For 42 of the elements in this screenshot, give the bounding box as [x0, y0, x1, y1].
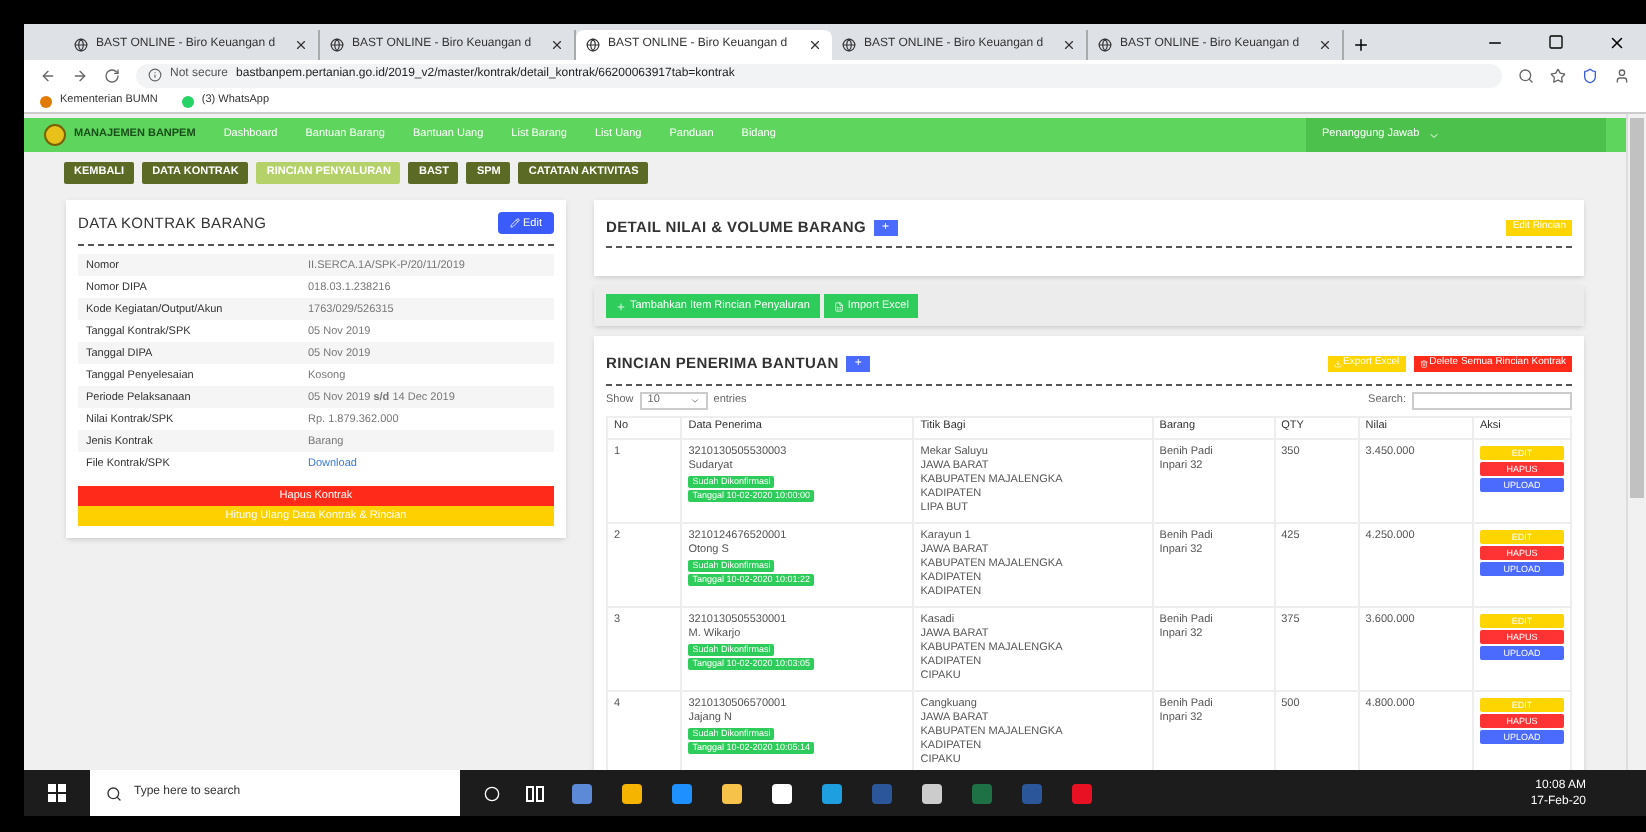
logo-icon [44, 124, 66, 146]
search-icon[interactable] [1518, 67, 1534, 83]
close-icon[interactable] [808, 38, 822, 52]
globe-icon [1098, 38, 1112, 52]
task-view-icon[interactable] [526, 785, 544, 801]
profile-icon[interactable] [1614, 67, 1630, 83]
shield-icon[interactable] [1582, 67, 1598, 83]
caret-icon [1427, 129, 1440, 141]
trash-icon [1419, 359, 1428, 368]
close-icon[interactable] [1062, 38, 1076, 52]
search-icon [106, 785, 122, 801]
reload-icon[interactable] [104, 67, 120, 83]
spreadsheet-icon [833, 301, 844, 312]
bookmark-icon [40, 95, 52, 107]
app-icon[interactable] [770, 781, 794, 805]
globe-icon [74, 38, 88, 52]
globe-icon [842, 38, 856, 52]
cortana-icon[interactable] [484, 785, 500, 801]
globe-icon [586, 38, 600, 52]
close-icon[interactable] [1318, 38, 1332, 52]
bookmark-icon [181, 95, 194, 107]
download-icon [1333, 359, 1342, 368]
forward-icon[interactable] [72, 67, 88, 83]
close-icon[interactable] [1608, 34, 1626, 52]
new-tab-icon[interactable] [1352, 36, 1370, 54]
globe-icon [330, 38, 344, 52]
search-field[interactable] [1412, 391, 1572, 409]
caret-icon [689, 395, 700, 405]
plus-icon [616, 301, 626, 312]
close-icon[interactable] [550, 38, 564, 52]
info-icon [148, 68, 162, 82]
app-icon[interactable] [720, 781, 744, 805]
close-icon[interactable] [294, 38, 308, 52]
app-icon[interactable] [920, 781, 944, 805]
back-icon[interactable] [40, 67, 56, 83]
pencil-icon [509, 218, 520, 229]
star-icon[interactable] [1550, 67, 1566, 83]
windows-icon[interactable] [48, 784, 66, 802]
maximize-icon[interactable] [1548, 34, 1564, 50]
app-icon[interactable] [620, 781, 644, 805]
app-icon[interactable] [820, 781, 844, 805]
scrollbar[interactable] [1626, 114, 1646, 770]
